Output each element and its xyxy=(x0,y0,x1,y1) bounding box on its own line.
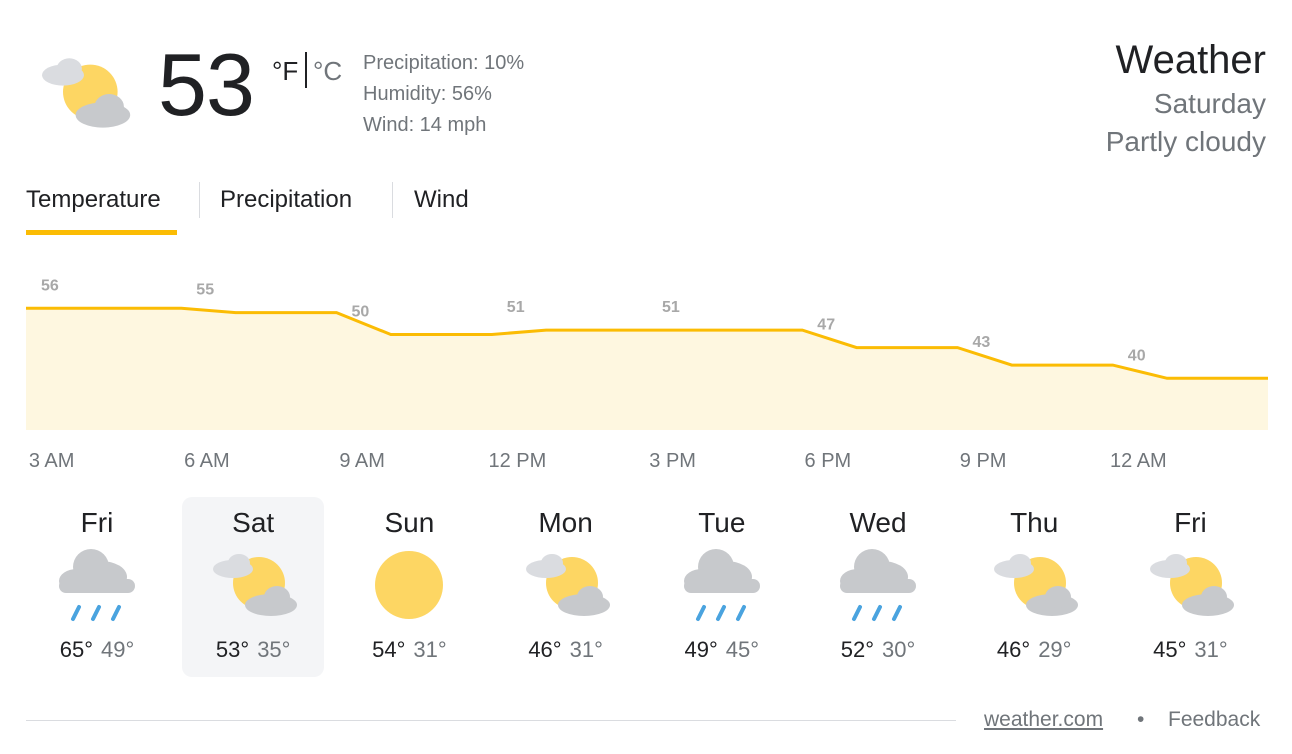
day-card-tue[interactable]: Tue 49° 45° xyxy=(651,497,793,677)
low-temp: 35° xyxy=(257,637,291,662)
chart-data-label: 51 xyxy=(507,299,525,316)
low-temp: 30° xyxy=(882,637,916,662)
day-card-fri[interactable]: Fri 65° 49° xyxy=(26,497,168,677)
chart-data-label: 40 xyxy=(1128,347,1146,364)
chart-data-label: 43 xyxy=(973,334,991,351)
high-temp: 49° xyxy=(684,637,718,662)
hour-label: 12 PM xyxy=(488,450,547,472)
day-card-sun[interactable]: Sun 54° 31° xyxy=(338,497,480,677)
current-temperature: 53 xyxy=(158,35,255,134)
hour-label: 9 AM xyxy=(339,450,385,472)
chart-data-label: 51 xyxy=(662,299,680,316)
high-temp: 45° xyxy=(1153,637,1187,662)
chart-data-label: 50 xyxy=(352,304,370,321)
day-name: Fri xyxy=(1174,507,1207,538)
hour-label: 9 PM xyxy=(959,450,1007,472)
tab-temperature[interactable]: Temperature xyxy=(26,186,161,214)
low-temp: 31° xyxy=(413,637,447,662)
temperature-area xyxy=(26,308,1268,430)
active-tab-indicator xyxy=(26,230,177,235)
celsius-toggle[interactable]: °C xyxy=(313,56,342,87)
day-temperatures: 54° 31° xyxy=(338,637,480,663)
day-name: Wed xyxy=(849,507,907,538)
footer-separator: • xyxy=(1137,708,1145,731)
high-temp: 65° xyxy=(59,637,93,662)
fahrenheit-toggle[interactable]: °F xyxy=(272,56,298,87)
partly-cloudy-icon xyxy=(213,554,298,616)
day-name: Tue xyxy=(698,507,746,538)
day-card-wed[interactable]: Wed 52° 30° xyxy=(807,497,949,677)
day-temperatures: 52° 30° xyxy=(807,637,949,663)
unit-divider xyxy=(305,52,307,88)
partly-cloudy-icon xyxy=(42,58,131,128)
low-temp: 31° xyxy=(1194,637,1228,662)
humidity-detail: Humidity: 56% xyxy=(363,83,492,105)
day-name: Fri xyxy=(80,507,114,538)
low-temp: 31° xyxy=(569,637,603,662)
hour-label: 3 PM xyxy=(649,450,696,472)
day-name: Sat xyxy=(232,507,275,538)
chart-data-label: 47 xyxy=(817,317,835,334)
low-temp: 29° xyxy=(1038,637,1072,662)
tab-wind[interactable]: Wind xyxy=(414,186,469,214)
hour-label: 3 AM xyxy=(28,450,75,472)
day-card-mon[interactable]: Mon 46° 31° xyxy=(495,497,637,677)
partly-cloudy-icon xyxy=(994,554,1079,616)
footer-divider xyxy=(26,720,956,721)
current-day: Saturday xyxy=(1153,88,1266,119)
high-temp: 53° xyxy=(215,637,250,662)
chart-data-label: 55 xyxy=(196,282,214,299)
hour-label: 6 AM xyxy=(184,450,230,472)
day-card-thu[interactable]: Thu 46° 29° xyxy=(963,497,1105,677)
day-name: Mon xyxy=(538,507,593,538)
feedback-link[interactable]: Feedback xyxy=(1168,708,1260,732)
page-title: Weather xyxy=(1115,38,1266,82)
day-temperatures: 53° 35° xyxy=(182,637,324,663)
tab-divider xyxy=(199,182,200,218)
tab-precipitation[interactable]: Precipitation xyxy=(220,186,352,214)
high-temp: 46° xyxy=(528,637,562,662)
hour-label: 12 AM xyxy=(1110,450,1167,472)
day-name: Thu xyxy=(1010,507,1059,538)
high-temp: 52° xyxy=(840,637,874,662)
rain-icon xyxy=(59,549,135,621)
current-condition: Partly cloudy xyxy=(1105,126,1266,157)
tab-divider xyxy=(392,182,393,218)
day-temperatures: 45° 31° xyxy=(1119,637,1261,663)
partly-cloudy-icon xyxy=(525,554,610,616)
hour-label: 6 PM xyxy=(804,450,852,472)
high-temp: 46° xyxy=(996,637,1031,662)
source-link[interactable]: weather.com xyxy=(984,708,1103,732)
day-temperatures: 65° 49° xyxy=(26,637,168,663)
precipitation-detail: Precipitation: 10% xyxy=(363,52,525,74)
partly-cloudy-icon xyxy=(1150,554,1235,616)
day-card-sat[interactable]: Sat 53° 35° xyxy=(182,497,325,677)
day-card-fri[interactable]: Fri 45° 31° xyxy=(1119,497,1261,677)
chart-data-label: 56 xyxy=(41,277,59,294)
low-temp: 49° xyxy=(101,637,135,662)
low-temp: 45° xyxy=(725,637,760,662)
wind-detail: Wind: 14 mph xyxy=(363,114,487,136)
temperature-chart: 56 55 50 51 51 47 43 40 xyxy=(26,277,1268,430)
sunny-icon xyxy=(375,551,444,619)
day-temperatures: 46° 29° xyxy=(963,637,1105,663)
day-temperatures: 46° 31° xyxy=(495,637,637,663)
day-name: Sun xyxy=(384,507,435,538)
rain-icon xyxy=(683,549,760,621)
day-temperatures: 49° 45° xyxy=(651,637,793,663)
rain-icon xyxy=(840,549,916,621)
high-temp: 54° xyxy=(372,637,406,662)
